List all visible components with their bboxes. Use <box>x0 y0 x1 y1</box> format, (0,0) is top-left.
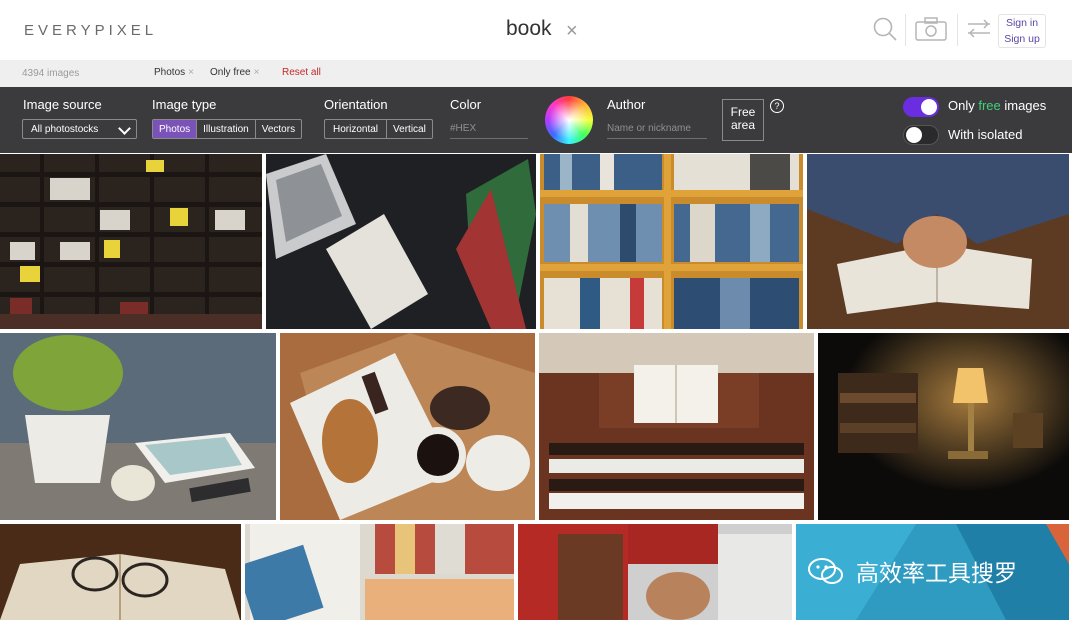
photo-thumbnail[interactable] <box>539 333 814 520</box>
plant-tablet-image <box>0 333 276 520</box>
lamp-books-image <box>818 333 1069 520</box>
auth-box: Sign in Sign up <box>998 14 1046 48</box>
orientation-toggle: Horizontal Vertical <box>324 119 433 139</box>
chip-photos[interactable]: Photos × <box>154 67 194 78</box>
reader-with-bag-image <box>518 524 792 620</box>
free-area-line2: area <box>730 118 756 132</box>
only-free-label: Only free images <box>948 98 1046 113</box>
photo-thumbnail[interactable] <box>818 333 1069 520</box>
clear-search-icon[interactable]: × <box>566 20 578 43</box>
filter-panel: Image source All photostocks Image type … <box>0 87 1072 153</box>
only-free-text: Only <box>948 98 979 113</box>
image-type-photos[interactable]: Photos <box>153 120 198 138</box>
photo-thumbnail[interactable] <box>540 154 803 329</box>
search-icon[interactable] <box>872 16 898 42</box>
orientation-label: Orientation <box>324 97 388 112</box>
photo-thumbnail[interactable] <box>0 154 262 329</box>
orientation-horizontal[interactable]: Horizontal <box>325 120 388 138</box>
desk-books-image <box>245 524 514 620</box>
hands-on-bible-image <box>807 154 1069 329</box>
help-icon[interactable]: ? <box>770 99 784 113</box>
image-type-illustration[interactable]: Illustration <box>197 120 256 138</box>
author-input[interactable]: Name or nickname <box>607 123 707 139</box>
photo-thumbnail[interactable] <box>518 524 792 620</box>
photo-thumbnail[interactable] <box>245 524 514 620</box>
photo-thumbnail[interactable] <box>266 154 536 329</box>
chip-only-free[interactable]: Only free × <box>210 67 259 78</box>
orientation-vertical[interactable]: Vertical <box>387 120 432 138</box>
image-source-select[interactable]: All photostocks <box>22 119 137 139</box>
laptop-notebook-image <box>266 154 536 329</box>
result-count: 4394 images <box>22 68 80 79</box>
everypixel-logo[interactable]: EVERYPIXEL <box>24 22 157 39</box>
image-source-value: All photostocks <box>31 124 99 135</box>
sign-in-link[interactable]: Sign in <box>999 15 1045 31</box>
library-shelf-image <box>540 154 803 329</box>
author-label: Author <box>607 97 646 112</box>
filter-sliders-icon[interactable] <box>966 16 992 42</box>
photo-thumbnail[interactable] <box>280 333 535 520</box>
sign-up-link[interactable]: Sign up <box>999 31 1045 47</box>
croissant-coffee-image <box>280 333 535 520</box>
free-area-button[interactable]: Free area <box>722 99 764 141</box>
chip-label: Only free <box>210 67 251 78</box>
color-wheel-picker[interactable] <box>545 96 593 144</box>
glasses-book-image <box>0 524 241 620</box>
free-word: free <box>978 98 1001 113</box>
photo-thumbnail[interactable] <box>0 333 276 520</box>
toggle-knob <box>906 127 922 143</box>
hex-color-input[interactable]: #HEX <box>450 123 528 139</box>
wechat-icon <box>808 558 843 584</box>
filter-summary-bar: 4394 images Photos × Only free × Reset all <box>0 60 1072 87</box>
photo-thumbnail[interactable] <box>807 154 1069 329</box>
only-free-toggle[interactable] <box>903 97 939 117</box>
with-isolated-label: With isolated <box>948 127 1023 142</box>
image-type-vectors[interactable]: Vectors <box>256 120 301 138</box>
remove-chip-icon[interactable]: × <box>188 67 194 78</box>
reset-all-link[interactable]: Reset all <box>282 67 321 78</box>
header-divider <box>905 14 906 46</box>
bookshelf-room-image <box>0 154 262 329</box>
remove-chip-icon[interactable]: × <box>254 67 260 78</box>
toggle-knob <box>921 99 937 115</box>
image-type-toggle: Photos Illustration Vectors <box>152 119 303 139</box>
header-divider <box>957 14 958 46</box>
photo-thumbnail[interactable] <box>0 524 241 620</box>
wechat-watermark: 高效率工具搜罗 <box>808 554 1017 588</box>
organ-songbook-image <box>539 333 814 520</box>
top-header: EVERYPIXEL book × Sign in Sign up <box>0 0 1072 60</box>
watermark-text: 高效率工具搜罗 <box>856 561 1017 587</box>
images-text: images <box>1000 98 1047 113</box>
camera-icon[interactable] <box>915 16 947 42</box>
chip-label: Photos <box>154 67 186 78</box>
image-type-label: Image type <box>152 97 217 112</box>
color-label: Color <box>450 97 482 112</box>
with-isolated-toggle[interactable] <box>903 125 939 145</box>
image-source-label: Image source <box>23 97 102 112</box>
search-query-text[interactable]: book <box>506 17 552 41</box>
chevron-down-icon <box>118 122 131 135</box>
